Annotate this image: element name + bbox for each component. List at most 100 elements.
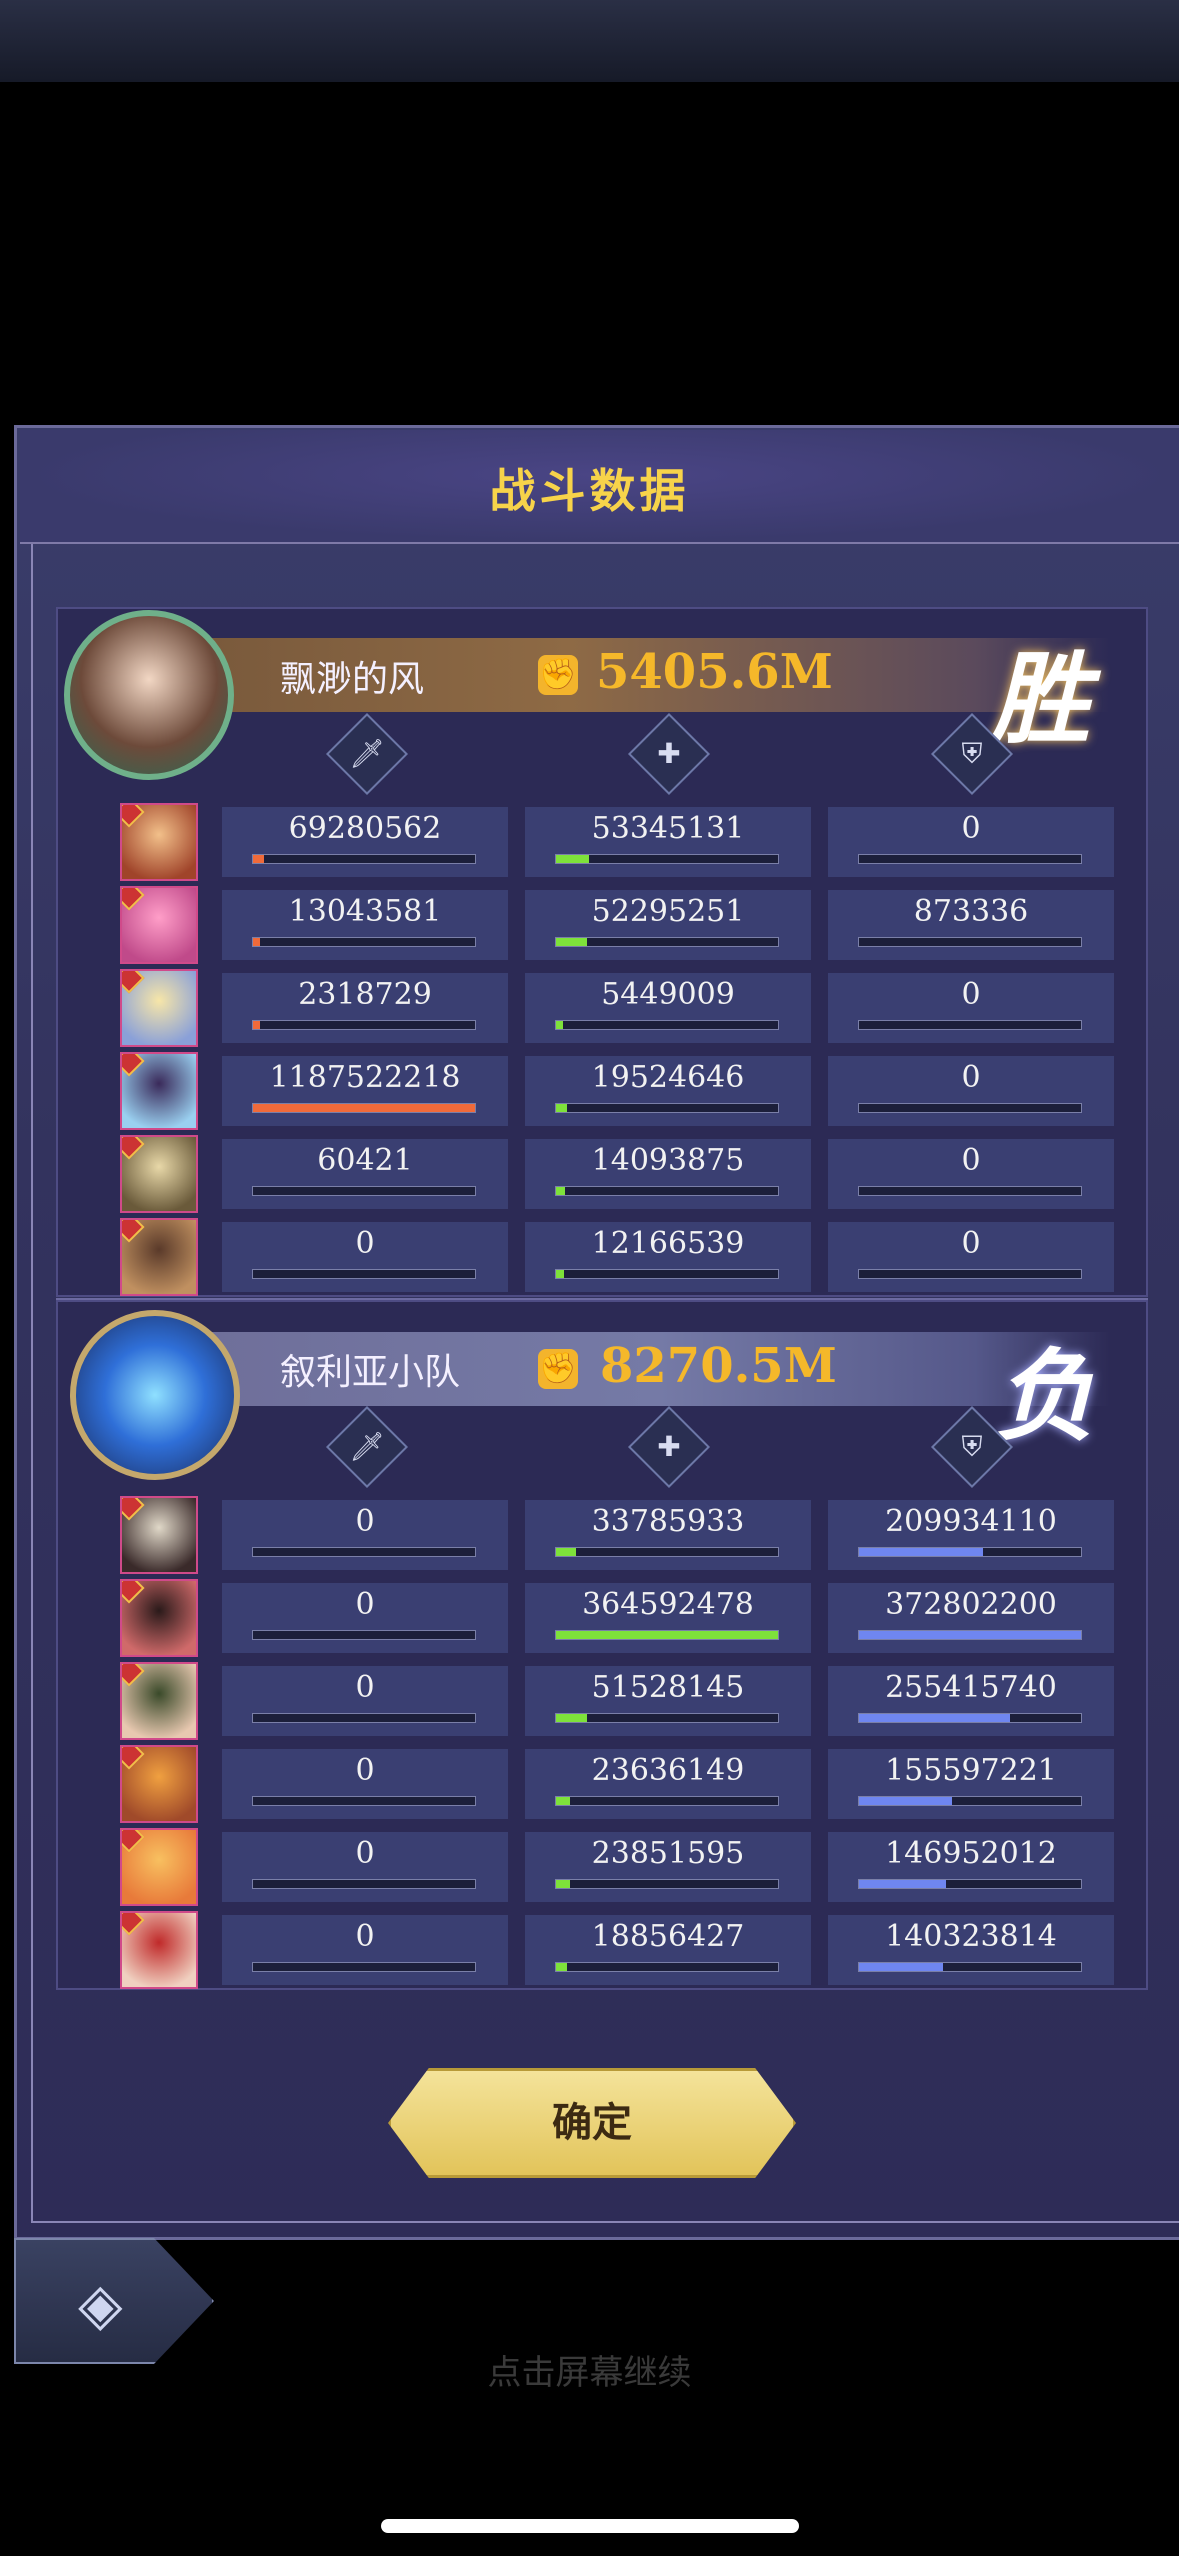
- hero-portrait: [120, 1218, 198, 1296]
- tank-stat-cell: 0: [828, 1139, 1114, 1209]
- heal-bar-fill: [556, 1187, 565, 1195]
- hero-rank-badge: [122, 1054, 145, 1077]
- heal-bar-fill: [556, 1021, 563, 1029]
- tank-bar-track: [858, 1269, 1082, 1279]
- heal-bar-fill: [556, 1797, 571, 1805]
- hero-portrait: [120, 1052, 198, 1130]
- home-indicator[interactable]: [381, 2519, 799, 2533]
- team1-power: 5405.6M: [596, 644, 833, 700]
- hero-rank-badge: [122, 1830, 145, 1853]
- tank-value: 873336: [913, 894, 1029, 929]
- hero-portrait: [120, 1135, 198, 1213]
- tank-stat-cell: 0: [828, 807, 1114, 877]
- dmg-stat-cell: 0: [222, 1583, 508, 1653]
- dmg-bar-track: [252, 854, 476, 864]
- tank-value: 146952012: [885, 1836, 1057, 1871]
- tank-bar-track: [858, 1103, 1082, 1113]
- heal-value: 23851595: [591, 1836, 745, 1871]
- dmg-value: 69280562: [288, 811, 442, 846]
- tank-stat-cell: 372802200: [828, 1583, 1114, 1653]
- dmg-bar-track: [252, 1269, 476, 1279]
- team1-result: 胜: [990, 640, 1090, 758]
- tank-bar-track: [858, 1962, 1082, 1972]
- heal-bar-track: [555, 1547, 779, 1557]
- heal-value: 12166539: [591, 1226, 745, 1261]
- hero-portrait: [120, 969, 198, 1047]
- hero-rank-badge: [122, 805, 145, 828]
- dmg-bar-track: [252, 1103, 476, 1113]
- heal-bar-track: [555, 854, 779, 864]
- dmg-bar-track: [252, 1713, 476, 1723]
- tank-bar-track: [858, 937, 1082, 947]
- hero-portrait: [120, 1828, 198, 1906]
- tank-value: 0: [961, 811, 981, 846]
- tank-value: 209934110: [885, 1504, 1057, 1539]
- team2-power: 8270.5M: [600, 1338, 837, 1394]
- dmg-bar-track: [252, 1547, 476, 1557]
- heal-bar-fill: [556, 1714, 588, 1722]
- confirm-button[interactable]: 确定: [388, 2068, 796, 2178]
- dmg-value: 0: [355, 1226, 375, 1261]
- tank-value: 255415740: [885, 1670, 1057, 1705]
- heal-bar-track: [555, 1269, 779, 1279]
- heal-stat-cell: 12166539: [525, 1222, 811, 1292]
- dmg-stat-cell: 0: [222, 1222, 508, 1292]
- heal-bar-fill: [556, 938, 588, 946]
- tank-bar-fill: [859, 1548, 984, 1556]
- heal-stat-cell: 52295251: [525, 890, 811, 960]
- tank-bar-fill: [859, 1714, 1010, 1722]
- dmg-bar-fill: [253, 1021, 260, 1029]
- dmg-stat-cell: 1187522218: [222, 1056, 508, 1126]
- heal-bar-track: [555, 1713, 779, 1723]
- dmg-stat-cell: 13043581: [222, 890, 508, 960]
- hero-rank-badge: [122, 1913, 145, 1936]
- tap-to-continue-hint[interactable]: 点击屏幕继续: [0, 2345, 1179, 2394]
- tank-bar-track: [858, 1547, 1082, 1557]
- heal-value: 23636149: [591, 1753, 745, 1788]
- dmg-stat-cell: 0: [222, 1915, 508, 1985]
- hero-rank-badge: [122, 971, 145, 994]
- dmg-bar-track: [252, 1962, 476, 1972]
- heal-bar-fill: [556, 1631, 778, 1639]
- tank-bar-track: [858, 1713, 1082, 1723]
- hero-portrait: [120, 803, 198, 881]
- heal-stat-cell: 364592478: [525, 1583, 811, 1653]
- hero-portrait: [120, 1662, 198, 1740]
- tank-stat-cell: 155597221: [828, 1749, 1114, 1819]
- dmg-stat-cell: 69280562: [222, 807, 508, 877]
- hero-portrait: [120, 886, 198, 964]
- heal-stat-cell: 18856427: [525, 1915, 811, 1985]
- heal-value: 5449009: [601, 977, 735, 1012]
- hero-rank-badge: [122, 888, 145, 911]
- tank-bar-track: [858, 1186, 1082, 1196]
- heal-bar-fill: [556, 1270, 564, 1278]
- dmg-bar-track: [252, 937, 476, 947]
- heal-bar-track: [555, 937, 779, 947]
- tank-value: 0: [961, 1060, 981, 1095]
- hero-rank-badge: [122, 1664, 145, 1687]
- dmg-bar-track: [252, 1796, 476, 1806]
- dmg-bar-track: [252, 1630, 476, 1640]
- heal-bar-fill: [556, 1548, 576, 1556]
- dmg-value: 0: [355, 1504, 375, 1539]
- dmg-bar-fill: [253, 1104, 475, 1112]
- tank-value: 0: [961, 1143, 981, 1178]
- hero-portrait: [120, 1911, 198, 1989]
- tank-value: 0: [961, 977, 981, 1012]
- tank-bar-fill: [859, 1963, 944, 1971]
- page-title: 战斗数据: [489, 464, 690, 518]
- dmg-value: 13043581: [288, 894, 442, 929]
- dmg-stat-cell: 60421: [222, 1139, 508, 1209]
- heal-bar-fill: [556, 855, 590, 863]
- tank-bar-fill: [859, 1631, 1081, 1639]
- heal-stat-cell: 14093875: [525, 1139, 811, 1209]
- heal-stat-cell: 33785933: [525, 1500, 811, 1570]
- tank-value: 0: [961, 1226, 981, 1261]
- tank-stat-cell: 255415740: [828, 1666, 1114, 1736]
- hero-rank-badge: [122, 1581, 145, 1604]
- dmg-value: 0: [355, 1836, 375, 1871]
- heal-bar-track: [555, 1796, 779, 1806]
- heal-stat-cell: 51528145: [525, 1666, 811, 1736]
- top-status-bar: [0, 0, 1179, 82]
- heal-stat-cell: 23636149: [525, 1749, 811, 1819]
